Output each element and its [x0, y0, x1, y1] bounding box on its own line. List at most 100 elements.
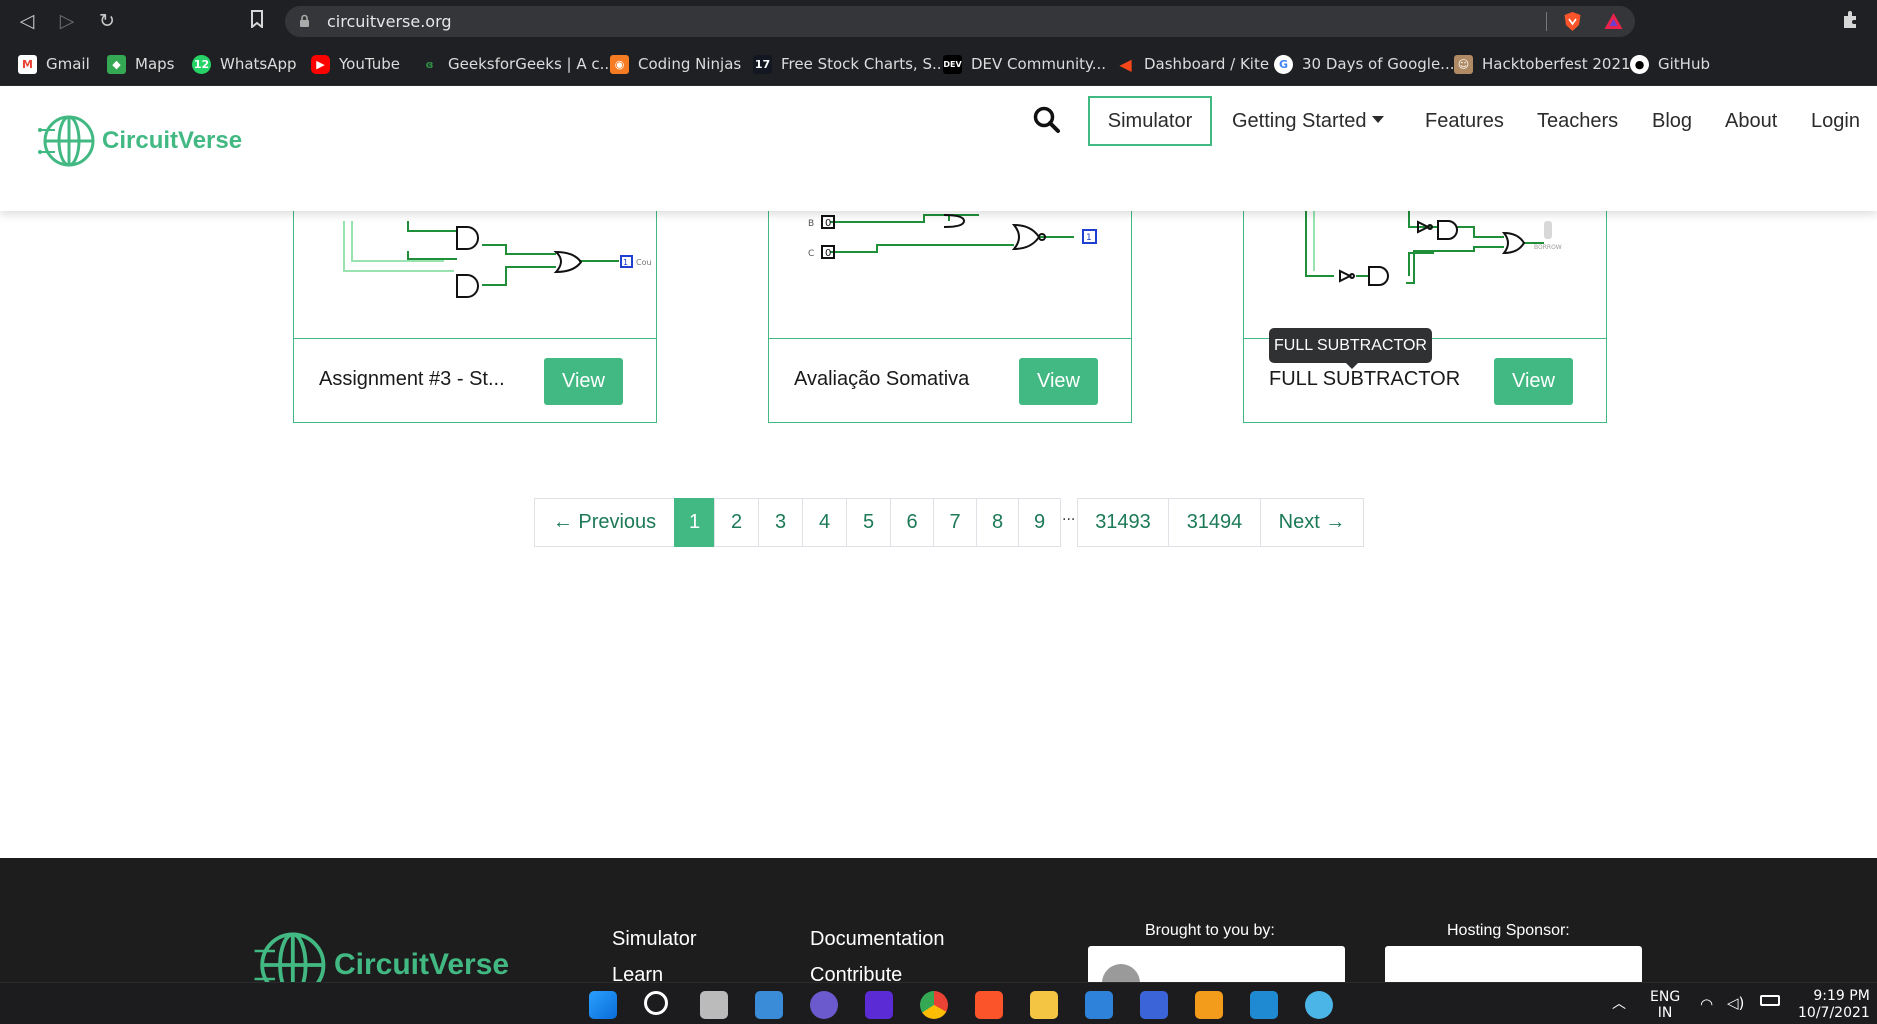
gmail-icon: M [18, 54, 37, 74]
project-title: FULL SUBTRACTOR [1269, 368, 1461, 390]
language-indicator[interactable]: ENG IN [1650, 989, 1680, 1021]
page-2-button[interactable]: 2 [714, 498, 759, 547]
battery-icon[interactable] [1760, 995, 1780, 1006]
brave-rewards-icon[interactable] [1603, 11, 1624, 32]
nav-simulator-button[interactable]: Simulator [1088, 96, 1212, 146]
page-1-button[interactable]: 1 [674, 498, 715, 547]
page-4-button[interactable]: 4 [802, 498, 847, 547]
mail-icon[interactable] [1085, 991, 1113, 1019]
whatsapp-icon: 12 [192, 54, 211, 74]
next-page-button[interactable]: Next → [1260, 498, 1364, 547]
input-b-label: B [808, 219, 814, 229]
google-icon: G [1274, 54, 1293, 74]
youtube-icon: ▶ [311, 54, 330, 74]
output-value: 1 [1086, 233, 1092, 243]
extensions-icon[interactable] [1841, 10, 1863, 32]
view-button[interactable]: View [1019, 358, 1098, 405]
page-8-button[interactable]: 8 [976, 498, 1019, 547]
reload-icon[interactable]: ↻ [96, 10, 118, 32]
chrome-icon[interactable] [920, 991, 948, 1019]
bookmark-kite[interactable]: ◀ Dashboard / Kite [1116, 53, 1269, 75]
nav-login[interactable]: Login [1811, 110, 1860, 133]
windows-taskbar: ︿ ENG IN ◠ ◁) 9:19 PM 10/7/2021 [0, 982, 1877, 1024]
sponsor-logo-box[interactable] [1088, 946, 1345, 1002]
bookmark-codingninjas[interactable]: ◉ Coding Ninjas [610, 53, 741, 75]
bookmark-hacktoberfest[interactable]: ☺ Hacktoberfest 2021 [1454, 53, 1631, 75]
page-6-button[interactable]: 6 [890, 498, 934, 547]
view-button[interactable]: View [1494, 358, 1573, 405]
forward-icon[interactable]: ▷ [56, 10, 78, 32]
kite-icon: ◀ [1119, 54, 1132, 74]
output-label: Cou [636, 258, 652, 267]
footer-link-documentation[interactable]: Documentation [810, 928, 945, 951]
lock-icon [300, 14, 309, 27]
brave-shield-icon[interactable] [1562, 11, 1583, 32]
bookmark-maps[interactable]: ◆ Maps [107, 53, 174, 75]
nav-features[interactable]: Features [1425, 110, 1504, 133]
pagination: ← Previous 1 2 3 4 5 6 7 8 9 [534, 498, 1061, 547]
volume-icon[interactable]: ◁) [1727, 994, 1744, 1012]
view-button[interactable]: View [544, 358, 623, 405]
teams-chat-icon[interactable] [810, 991, 838, 1019]
widgets-icon[interactable] [755, 991, 783, 1019]
nav-teachers[interactable]: Teachers [1537, 110, 1618, 133]
browser-toolbar: ◁ ▷ ↻ circuitverse.org [0, 0, 1877, 43]
chevron-up-icon[interactable]: ︿ [1612, 993, 1626, 1013]
wifi-icon[interactable]: ◠ [1700, 995, 1713, 1013]
clock[interactable]: 9:19 PM 10/7/2021 [1798, 988, 1870, 1022]
sublime-text-icon[interactable] [1195, 991, 1223, 1019]
back-icon[interactable]: ◁ [16, 10, 38, 32]
bookmark-google[interactable]: G 30 Days of Google... [1274, 53, 1454, 75]
app-icon[interactable] [1140, 991, 1168, 1019]
bookmark-youtube[interactable]: ▶ YouTube [311, 53, 400, 75]
input-c-value: 0 [825, 248, 831, 259]
project-title: Assignment #3 - St... [319, 368, 505, 390]
vscode-icon[interactable] [1250, 991, 1278, 1019]
brand-name: CircuitVerse [102, 127, 243, 154]
github-icon: ● [1630, 54, 1649, 74]
bookmark-whatsapp[interactable]: 12 WhatsApp [192, 53, 297, 75]
address-bar[interactable]: circuitverse.org [285, 6, 1635, 37]
page-9-button[interactable]: 9 [1018, 498, 1061, 547]
dev-icon: DEV [943, 54, 962, 74]
search-icon[interactable] [644, 991, 668, 1015]
page-7-button[interactable]: 7 [933, 498, 977, 547]
bookmark-github[interactable]: ● GitHub [1630, 53, 1710, 75]
tooltip-arrow [1345, 362, 1359, 369]
nav-blog[interactable]: Blog [1652, 110, 1692, 133]
hosting-sponsor-heading: Hosting Sponsor: [1447, 922, 1570, 939]
intellij-icon[interactable] [865, 991, 893, 1019]
geeksforgeeks-icon: ɞ [425, 57, 434, 71]
tradingview-icon: 17 [753, 54, 772, 74]
bookmark-dev[interactable]: DEV DEV Community... [943, 53, 1106, 75]
hosting-sponsor-box[interactable] [1385, 946, 1642, 986]
pagination-tail: 31493 31494 Next → [1077, 498, 1364, 547]
footer-link-simulator[interactable]: Simulator [612, 928, 696, 951]
previous-page-button[interactable]: ← Previous [534, 498, 675, 547]
bookmark-icon[interactable] [246, 10, 268, 32]
bookmark-gmail[interactable]: M Gmail [18, 53, 90, 75]
input-c-label: C [808, 249, 814, 259]
bookmark-tradingview[interactable]: 17 Free Stock Charts, S... [753, 53, 946, 75]
page-31493-button[interactable]: 31493 [1077, 498, 1169, 547]
paint-icon[interactable] [1305, 991, 1333, 1019]
page-3-button[interactable]: 3 [758, 498, 803, 547]
page-5-button[interactable]: 5 [846, 498, 891, 547]
nav-getting-started-dropdown[interactable]: Getting Started [1232, 110, 1384, 133]
footer-brand-name: CircuitVerse [334, 948, 510, 981]
brought-to-you-heading: Brought to you by: [1145, 922, 1275, 939]
search-icon[interactable] [1032, 105, 1062, 135]
url-divider [1546, 12, 1547, 31]
brave-icon[interactable] [975, 991, 1003, 1019]
nav-about[interactable]: About [1725, 110, 1777, 133]
tooltip: FULL SUBTRACTOR [1269, 328, 1432, 363]
hacktoberfest-icon: ☺ [1454, 54, 1473, 74]
windows-start-icon[interactable] [589, 991, 617, 1019]
page-31494-button[interactable]: 31494 [1168, 498, 1261, 547]
pagination-ellipsis: ... [1062, 508, 1076, 524]
brand-logo[interactable]: CircuitVerse [37, 112, 242, 170]
maps-icon: ◆ [107, 54, 126, 74]
file-explorer-icon[interactable] [1030, 991, 1058, 1019]
task-view-icon[interactable] [700, 991, 728, 1019]
bookmark-geeksforgeeks[interactable]: ɞ GeeksforGeeks | A c... [420, 53, 614, 75]
